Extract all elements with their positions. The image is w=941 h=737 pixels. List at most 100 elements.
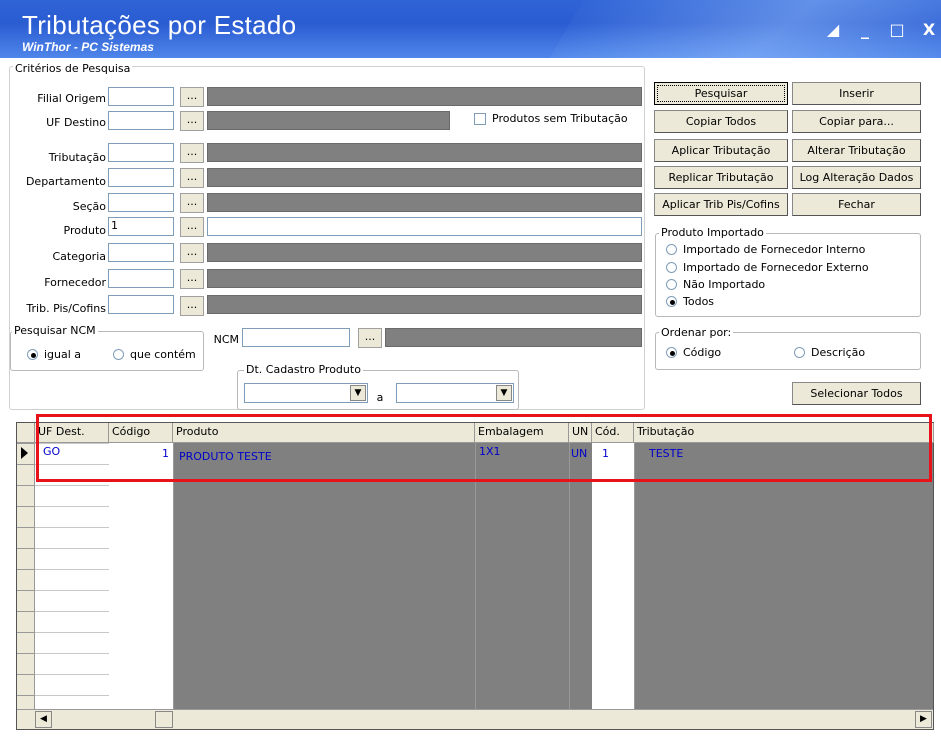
radio-dot[interactable] (27, 349, 38, 360)
table-row[interactable]: GO 1 PRODUTO TESTE 1X1 UN 1 TESTE (17, 443, 934, 463)
categoria-input[interactable] (108, 243, 174, 262)
fechar-button[interactable]: Fechar (792, 193, 921, 216)
importado-interno-radio[interactable]: Importado de Fornecedor Interno (666, 243, 865, 256)
ordenar-codigo-radio[interactable]: Código (666, 346, 721, 359)
produto-importado-label: Produto Importado (659, 226, 766, 239)
trib-pis-cofins-lookup-button[interactable]: ... (180, 296, 204, 316)
header-embalagem[interactable]: Embalagem (475, 423, 569, 443)
cell-codigo: 1 (162, 447, 169, 460)
cell-produto: PRODUTO TESTE (179, 450, 272, 463)
header-produto[interactable]: Produto (173, 423, 475, 443)
que-contem-radio[interactable]: que contém (113, 348, 202, 361)
codigo-column (109, 423, 173, 709)
dt-cadastro-start-select[interactable]: ▼ (244, 383, 368, 403)
departamento-lookup-button[interactable]: ... (180, 168, 204, 188)
produtos-sem-tributacao-checkbox[interactable]: Produtos sem Tributação (474, 112, 628, 125)
igual-a-radio[interactable]: igual a (27, 348, 81, 361)
radio-dot[interactable] (666, 279, 677, 290)
header-tributacao[interactable]: Tributação (634, 423, 934, 443)
categoria-description (207, 243, 642, 262)
radio-dot[interactable] (113, 349, 124, 360)
filial-origem-lookup-button[interactable]: ... (180, 87, 204, 107)
radio-dot[interactable] (794, 347, 805, 358)
tributacao-lookup-button[interactable]: ... (180, 143, 204, 163)
ncm-lookup-button[interactable]: ... (358, 328, 382, 348)
trib-pis-cofins-description (207, 295, 642, 314)
un-column (569, 423, 592, 709)
title-bar: Tributações por Estado WinThor - PC Sist… (0, 0, 941, 58)
pesquisar-ncm-label: Pesquisar NCM (12, 324, 98, 337)
minimize-icon[interactable]: _ (857, 20, 873, 39)
trib-pis-cofins-input[interactable] (108, 295, 174, 314)
chevron-down-icon[interactable]: ▼ (350, 385, 366, 401)
categoria-lookup-button[interactable]: ... (180, 243, 204, 263)
pesquisar-button[interactable]: Pesquisar (654, 82, 788, 105)
scroll-thumb[interactable] (155, 711, 173, 728)
header-uf-dest[interactable]: UF Dest. (35, 423, 109, 443)
tributacao-input[interactable] (108, 143, 174, 162)
results-grid[interactable]: UF Dest. Código Produto Embalagem UN Cód… (16, 422, 934, 730)
header-codigo[interactable]: Código (109, 423, 173, 443)
departamento-input[interactable] (108, 168, 174, 187)
filial-origem-input[interactable] (108, 87, 174, 106)
fornecedor-lookup-button[interactable]: ... (180, 269, 204, 289)
ordenar-descricao-label: Descrição (811, 346, 866, 359)
radio-dot[interactable] (666, 262, 677, 273)
uf-destino-input[interactable] (108, 111, 174, 130)
ncm-description (385, 328, 642, 347)
ordenar-descricao-radio[interactable]: Descrição (794, 346, 865, 359)
igual-a-label: igual a (44, 348, 82, 361)
horizontal-scrollbar[interactable]: ◀ ▶ (17, 709, 933, 729)
uf-destino-description (207, 111, 450, 130)
aplicar-tributacao-button[interactable]: Aplicar Tributação (654, 139, 788, 162)
produto-label: Produto (63, 224, 106, 237)
aplicar-trib-pis-cofins-button[interactable]: Aplicar Trib Pis/Cofins (654, 193, 788, 216)
uf-destino-lookup-button[interactable]: ... (180, 111, 204, 131)
header-un[interactable]: UN (569, 423, 592, 443)
secao-lookup-button[interactable]: ... (180, 193, 204, 213)
copiar-para-button[interactable]: Copiar para... (792, 110, 921, 133)
todos-radio[interactable]: Todos (666, 295, 714, 308)
selecionar-todos-button[interactable]: Selecionar Todos (792, 382, 921, 405)
row-indicator-column (17, 423, 35, 709)
log-alteracao-button[interactable]: Log Alteração Dados (792, 166, 921, 189)
chevron-down-icon[interactable]: ▼ (496, 385, 512, 401)
ordenar-label: Ordenar por: (659, 326, 734, 339)
radio-dot[interactable] (666, 296, 677, 307)
ncm-label: NCM (213, 333, 239, 346)
cell-tributacao: TESTE (649, 447, 684, 460)
checkbox-box[interactable] (474, 112, 486, 125)
replicar-tributacao-button[interactable]: Replicar Tributação (654, 166, 788, 189)
restore-icon[interactable]: ◢ (825, 20, 841, 39)
secao-input[interactable] (108, 193, 174, 212)
window-title: Tributações por Estado (22, 10, 297, 40)
alterar-tributacao-button[interactable]: Alterar Tributação (792, 139, 921, 162)
row-pointer-icon (21, 447, 28, 459)
dt-cadastro-a-label: a (376, 391, 384, 404)
dt-cadastro-end-select[interactable]: ▼ (396, 383, 514, 403)
importado-externo-radio[interactable]: Importado de Fornecedor Externo (666, 261, 869, 274)
filial-origem-description (207, 87, 642, 106)
fornecedor-input[interactable] (108, 269, 174, 288)
nao-importado-radio[interactable]: Não Importado (666, 278, 765, 291)
uf-dest-column (35, 423, 109, 709)
radio-dot[interactable] (666, 244, 677, 255)
importado-interno-label: Importado de Fornecedor Interno (683, 243, 866, 256)
copiar-todos-button[interactable]: Copiar Todos (654, 110, 788, 133)
produto-input[interactable]: 1 (108, 217, 174, 236)
nao-importado-label: Não Importado (683, 278, 766, 291)
ordenar-codigo-label: Código (683, 346, 722, 359)
secao-description (207, 193, 642, 212)
close-icon[interactable]: X (921, 20, 937, 39)
fornecedor-label: Fornecedor (44, 276, 106, 289)
scroll-left-icon[interactable]: ◀ (35, 711, 52, 728)
secao-label: Seção (72, 200, 106, 213)
scroll-right-icon[interactable]: ▶ (915, 711, 932, 728)
radio-dot[interactable] (666, 347, 677, 358)
ncm-input[interactable] (242, 328, 350, 347)
produto-lookup-button[interactable]: ... (180, 217, 204, 237)
maximize-icon[interactable]: □ (889, 20, 905, 39)
inserir-button[interactable]: Inserir (792, 82, 921, 105)
embalagem-column (475, 423, 569, 709)
header-cod[interactable]: Cód. (592, 423, 634, 443)
